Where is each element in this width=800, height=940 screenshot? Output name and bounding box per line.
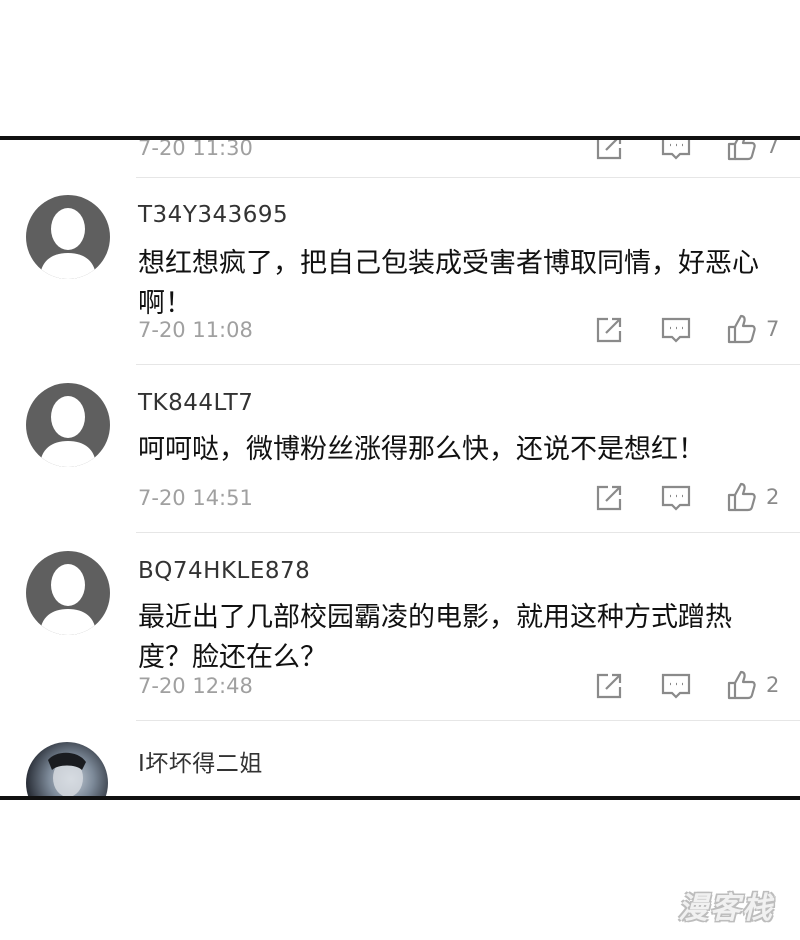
like-button[interactable]: 2 [726,481,779,513]
default-avatar-icon[interactable] [26,551,110,635]
comment-button[interactable] [660,671,692,701]
username[interactable]: T34Y343695 [138,202,288,228]
comment-partial-top: 7-20 11:30 7 [0,140,800,180]
comment-text: 呵呵哒，微博粉丝涨得那么快，还说不是想红！ [138,434,705,465]
comment-button[interactable] [660,140,692,162]
comment-item: TK844LT7 呵呵哒，微博粉丝涨得那么快，还说不是想红！ 7-20 14:5… [0,380,800,530]
divider [136,177,800,178]
comment-item: I坏坏得二姐 [0,738,800,796]
comment-time: 7-20 14:51 [138,486,253,510]
like-count: 7 [766,140,780,158]
comment-time: 7-20 11:30 [138,140,253,160]
default-avatar-icon[interactable] [26,383,110,467]
comment-item: BQ74HKLE878 最近出了几部校园霸凌的电影，就用这种方式蹭热度？脸还在么… [0,548,800,718]
comment-button[interactable] [660,483,692,513]
share-icon [596,485,622,511]
frame-bottom-border [0,796,800,800]
comment-text: 想红想疯了，把自己包装成受害者博取同情，好恶心啊！ [138,248,759,319]
like-count: 7 [766,317,780,341]
comment-icon [661,485,691,511]
like-button[interactable]: 7 [726,313,779,345]
thumbs-up-icon [727,670,756,700]
share-button[interactable] [594,671,624,701]
username[interactable]: I坏坏得二姐 [138,744,263,778]
share-icon [596,140,622,160]
share-icon [596,317,622,343]
comment-time: 7-20 11:08 [138,318,253,342]
like-count: 2 [766,673,780,697]
comment-icon [661,140,691,160]
like-button[interactable]: 7 [726,140,779,162]
comment-icon [661,317,691,343]
share-icon [596,673,622,699]
default-avatar-icon[interactable] [26,195,110,279]
comment-icon [661,673,691,699]
comment-item: T34Y343695 想红想疯了，把自己包装成受害者博取同情，好恶心啊！ 7-2… [0,192,800,362]
like-button[interactable]: 2 [726,669,779,701]
share-button[interactable] [594,140,624,162]
comment-text: 最近出了几部校园霸凌的电影，就用这种方式蹭热度？脸还在么？ [138,602,732,673]
divider [136,532,800,533]
watermark-text: 漫客栈 [678,891,774,926]
share-button[interactable] [594,315,624,345]
share-button[interactable] [594,483,624,513]
divider [136,720,800,721]
divider [136,364,800,365]
comment-list[interactable]: 7-20 11:30 7 T34Y343695 想红想疯了，把自己包装成受害者博… [0,140,800,796]
comment-button[interactable] [660,315,692,345]
watermark-logo: 漫客栈 [662,880,790,930]
thumbs-up-icon [727,140,756,161]
username[interactable]: TK844LT7 [138,390,253,416]
username[interactable]: BQ74HKLE878 [138,558,310,584]
thumbs-up-icon [727,482,756,512]
photo-avatar[interactable] [26,742,108,796]
thumbs-up-icon [727,314,756,344]
frame-top-border [0,136,800,140]
comment-time: 7-20 12:48 [138,674,253,698]
like-count: 2 [766,485,780,509]
